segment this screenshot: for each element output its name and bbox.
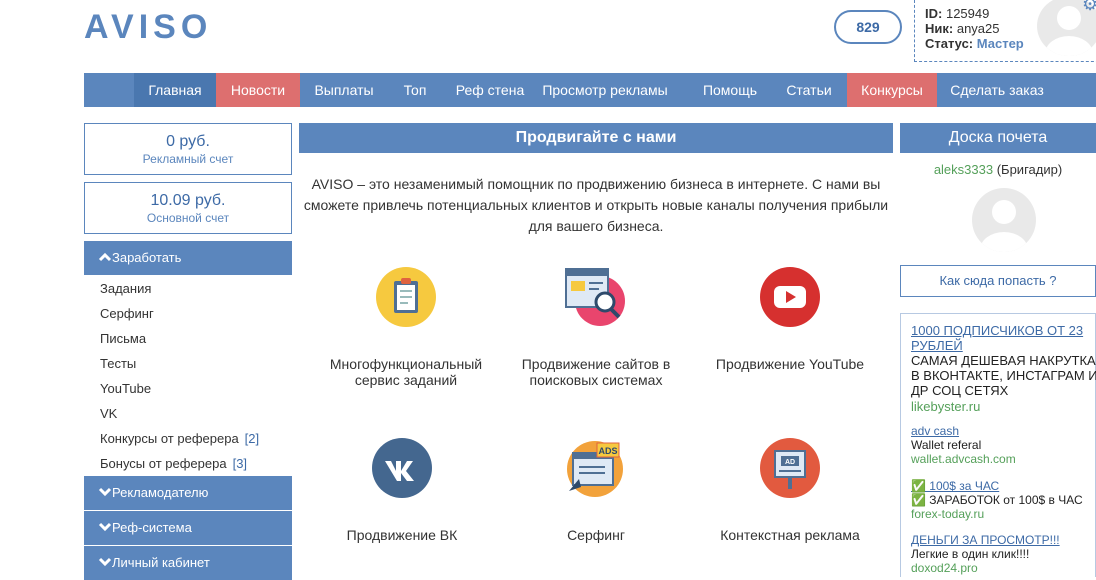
count-badge: [2]	[244, 431, 260, 446]
ad-desc: САМАЯ ДЕШЕВАЯ НАКРУТКА В ВКОНТАКТЕ, ИНСТ…	[911, 353, 1096, 398]
menu-item-youtube[interactable]: YouTube	[100, 381, 151, 396]
message-counter[interactable]: 829	[834, 10, 902, 44]
youtube-icon	[760, 267, 820, 327]
chevron-down-icon	[98, 476, 112, 510]
main-nav: Главная Новости Выплаты Топ Реф стена Пр…	[84, 73, 1096, 107]
feature-context-ads[interactable]: AD Контекстная реклама	[700, 437, 880, 543]
promo-title: Продвигайте с нами	[299, 123, 893, 153]
nav-home[interactable]: Главная	[134, 73, 216, 107]
ad-item[interactable]: adv cash Wallet referal wallet.advcash.c…	[911, 424, 1096, 466]
menu-item-referrer-contests[interactable]: Конкурсы от реферера [2]	[100, 431, 259, 446]
site-logo[interactable]: AVISO	[84, 8, 212, 47]
text-ads-block: 1000 ПОДПИСЧИКОВ ОТ 23 РУБЛЕЙ САМАЯ ДЕШЕ…	[900, 313, 1096, 577]
menu-item-letters[interactable]: Письма	[100, 331, 146, 346]
nav-contests[interactable]: Конкурсы	[847, 73, 937, 107]
nav-articles[interactable]: Статьи	[776, 73, 842, 107]
honor-board-user: aleks3333 (Бригадир)	[933, 162, 1063, 177]
clipboard-icon	[376, 267, 436, 327]
surfing-ads-icon: ADS	[567, 441, 623, 497]
ad-url[interactable]: likebyster.ru	[911, 398, 1096, 415]
chevron-down-icon	[98, 511, 112, 545]
feature-vk[interactable]: Продвижение ВК	[312, 437, 492, 543]
feature-youtube[interactable]: Продвижение YouTube	[700, 266, 880, 372]
section-advertiser[interactable]: Рекламодателю	[84, 476, 292, 510]
honor-user-link[interactable]: aleks3333	[934, 162, 993, 177]
ad-title[interactable]: ДЕНЬГИ ЗА ПРОСМОТР!!!	[911, 533, 1096, 547]
ad-url[interactable]: forex-today.ru	[911, 507, 1096, 521]
billboard-icon: AD	[760, 438, 820, 498]
section-ref-system[interactable]: Реф-система	[84, 511, 292, 545]
menu-item-vk[interactable]: VK	[100, 406, 117, 421]
ad-title[interactable]: ✅ 100$ за ЧАС	[911, 479, 1096, 493]
svg-text:AD: AD	[785, 459, 795, 466]
menu-item-tests[interactable]: Тесты	[100, 356, 136, 371]
ad-desc: Легкие в один клик!!!!	[911, 547, 1030, 561]
ad-url[interactable]: wallet.advcash.com	[911, 452, 1096, 466]
nav-news[interactable]: Новости	[216, 73, 300, 107]
ad-url[interactable]: doxod24.pro	[911, 561, 1096, 575]
ad-item[interactable]: ДЕНЬГИ ЗА ПРОСМОТР!!! Легкие в один клик…	[911, 533, 1096, 575]
menu-item-referrer-bonuses[interactable]: Бонусы от реферера [3]	[100, 456, 247, 471]
nav-payouts[interactable]: Выплаты	[300, 73, 388, 107]
ad-title[interactable]: adv cash	[911, 424, 1096, 438]
main-account[interactable]: 10.09 руб. Основной счет	[84, 182, 292, 234]
menu-item-tasks[interactable]: Задания	[100, 281, 151, 296]
user-status: Статус: Мастер	[925, 36, 1024, 51]
nav-ref-wall[interactable]: Реф стена	[442, 73, 538, 107]
user-id: ID: 125949	[925, 6, 990, 21]
seo-search-icon	[565, 268, 625, 326]
ad-account-amount: 0 руб.	[166, 133, 210, 150]
how-to-get-here-button[interactable]: Как сюда попасть ?	[900, 265, 1096, 297]
chevron-up-icon	[98, 241, 112, 275]
section-earn[interactable]: Заработать	[84, 241, 292, 275]
vk-icon	[372, 438, 432, 498]
gear-icon[interactable]: ⚙	[1082, 0, 1096, 15]
nav-top[interactable]: Топ	[388, 73, 442, 107]
ad-account[interactable]: 0 руб. Рекламный счет	[84, 123, 292, 175]
user-nick: Ник: anya25	[925, 21, 1000, 36]
promo-text: AVISO – это незаменимый помощник по прод…	[303, 176, 889, 234]
feature-surfing[interactable]: ADS Серфинг	[506, 437, 686, 543]
chevron-down-icon	[98, 546, 112, 580]
svg-text:ADS: ADS	[598, 446, 617, 456]
main-account-amount: 10.09 руб.	[150, 192, 226, 209]
ad-desc: ✅ ЗАРАБОТОК от 100$ в ЧАС	[911, 493, 1083, 507]
nav-help[interactable]: Помощь	[672, 73, 788, 107]
nav-view-ads[interactable]: Просмотр рекламы	[538, 73, 672, 107]
honor-user-avatar[interactable]	[972, 188, 1036, 252]
ad-account-label: Рекламный счет	[142, 152, 234, 166]
feature-tasks[interactable]: Многофункциональный сервис заданий	[316, 266, 496, 388]
nav-make-order[interactable]: Сделать заказ	[937, 73, 1057, 107]
ad-title[interactable]: 1000 ПОДПИСЧИКОВ ОТ 23 РУБЛЕЙ	[911, 323, 1096, 353]
ad-item[interactable]: ✅ 100$ за ЧАС ✅ ЗАРАБОТОК от 100$ в ЧАС …	[911, 479, 1096, 521]
user-info-box: ID: 125949 Ник: anya25 Статус: Мастер	[914, 0, 1096, 62]
ad-desc: Wallet referal	[911, 438, 982, 452]
section-cabinet[interactable]: Личный кабинет	[84, 546, 292, 580]
menu-item-surfing[interactable]: Серфинг	[100, 306, 154, 321]
honor-board-title: Доска почета	[900, 123, 1096, 153]
feature-seo[interactable]: Продвижение сайтов в поисковых системах	[506, 266, 686, 388]
main-account-label: Основной счет	[146, 211, 230, 225]
ad-item[interactable]: 1000 ПОДПИСЧИКОВ ОТ 23 РУБЛЕЙ САМАЯ ДЕШЕ…	[911, 323, 1096, 415]
count-badge: [3]	[232, 456, 248, 471]
